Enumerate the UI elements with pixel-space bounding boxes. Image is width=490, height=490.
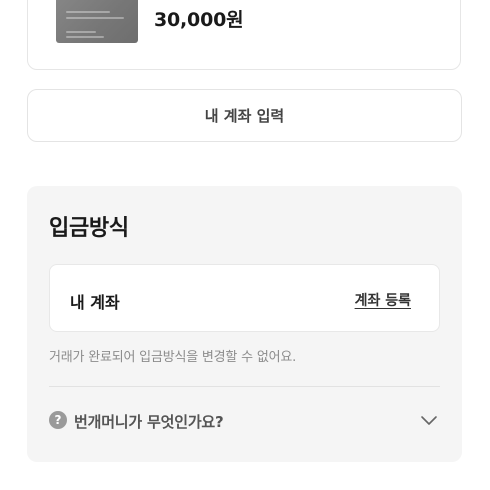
register-account-link[interactable]: 계좌 등록 — [355, 290, 411, 310]
chevron-down-icon[interactable] — [420, 412, 438, 430]
product-price: 30,000원 — [154, 9, 244, 31]
deposit-method-section: 입금방식 내 계좌 계좌 등록 거래가 완료되어 입금방식을 변경할 수 없어요… — [27, 186, 462, 462]
section-title: 입금방식 — [49, 216, 129, 241]
thumbnail-text-line — [66, 17, 124, 19]
divider — [49, 386, 440, 387]
my-account-box: 내 계좌 계좌 등록 — [49, 264, 440, 332]
thumbnail-text-line — [66, 31, 96, 33]
page: 30,000원 내 계좌 입력 입금방식 내 계좌 계좌 등록 거래가 완료되어… — [0, 0, 490, 490]
faq-bungae-money[interactable]: ? 번개머니가 무엇인가요? — [49, 406, 440, 436]
thumbnail-text-line — [66, 36, 104, 38]
deposit-method-notice: 거래가 완료되어 입금방식을 변경할 수 없어요. — [49, 350, 297, 365]
faq-question-text: 번개머니가 무엇인가요? — [74, 413, 224, 431]
product-thumbnail — [56, 0, 138, 43]
thumbnail-text-line — [66, 11, 110, 13]
help-circle-icon: ? — [49, 411, 67, 429]
product-card[interactable]: 30,000원 — [27, 0, 461, 70]
my-account-label: 내 계좌 — [70, 293, 120, 312]
account-input-button[interactable]: 내 계좌 입력 — [27, 89, 462, 142]
